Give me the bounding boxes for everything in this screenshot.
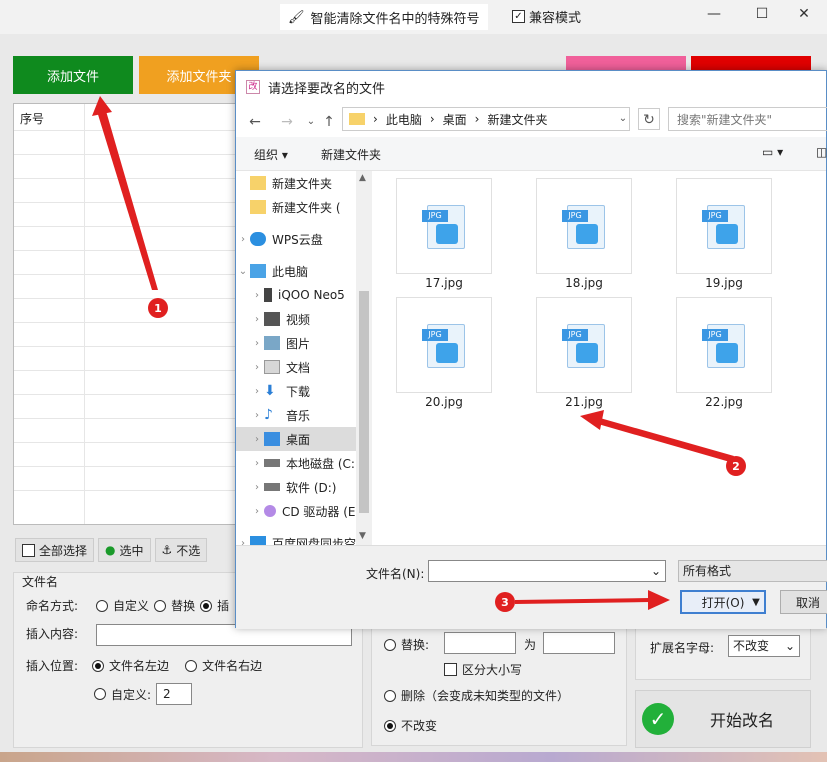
arrow-3: [515, 590, 670, 610]
annotation-arrows: [92, 96, 734, 610]
annotation-marker-2: 2: [726, 456, 746, 476]
annotation-marker-1: 1: [148, 298, 168, 318]
arrow-1: [92, 96, 158, 290]
annotation-marker-3: 3: [495, 592, 515, 612]
arrow-2: [580, 410, 734, 462]
